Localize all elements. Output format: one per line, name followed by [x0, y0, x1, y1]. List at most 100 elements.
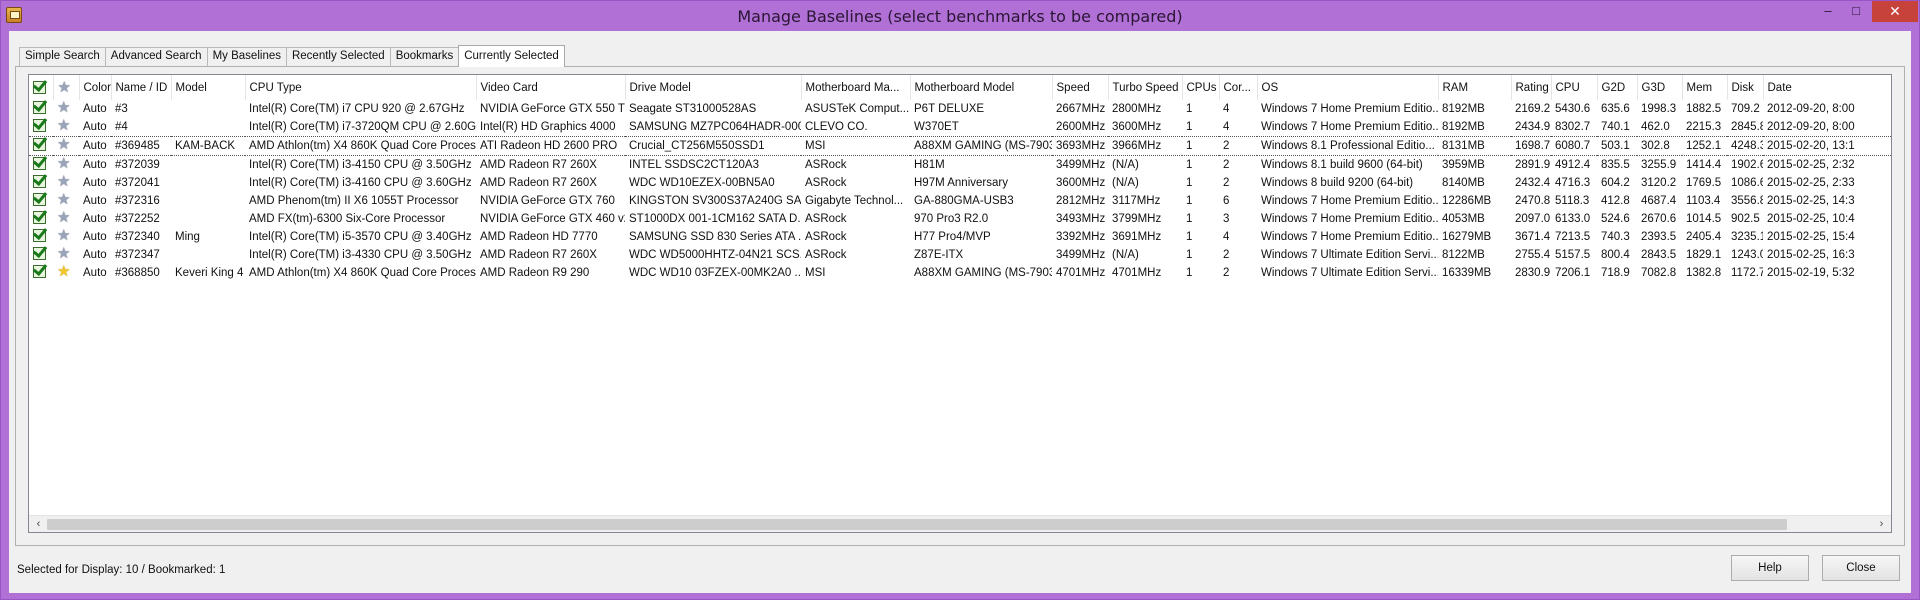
- cell-select[interactable]: [29, 174, 53, 192]
- table-cell[interactable]: Auto: [79, 264, 111, 282]
- column-header-video-card[interactable]: Video Card: [476, 75, 626, 100]
- cell-bookmark[interactable]: ★: [53, 264, 79, 282]
- table-row[interactable]: ★ Auto #372340 Ming Intel(R) Core(TM) i5-357…: [29, 228, 1891, 246]
- cell-select[interactable]: [29, 100, 53, 118]
- minimize-button[interactable]: –: [1814, 1, 1842, 22]
- display-checkbox-icon[interactable]: [33, 138, 47, 151]
- cell-select[interactable]: [29, 264, 53, 282]
- column-header-bookmark[interactable]: ★: [53, 75, 80, 100]
- column-header-mem[interactable]: Mem: [1682, 75, 1728, 100]
- baselines-grid[interactable]: ★ Color Name / ID Model CPU Type Video Card Dr…: [28, 74, 1892, 533]
- table-row[interactable]: ★ Auto #4 Intel(R) Core(TM) i7-3720QM CPU @…: [29, 118, 1891, 137]
- cell-bookmark[interactable]: ★: [53, 156, 79, 175]
- display-checkbox-icon[interactable]: [33, 174, 47, 188]
- column-header-disk[interactable]: Disk: [1727, 75, 1764, 100]
- display-checkbox-icon[interactable]: [33, 246, 47, 260]
- column-header-g3d[interactable]: G3D: [1637, 75, 1683, 100]
- table-row[interactable]: ★ Auto #372041 Intel(R) Core(TM) i3-4160 CP…: [29, 174, 1891, 192]
- cell-select[interactable]: [29, 246, 53, 264]
- column-header-turbo-speed[interactable]: Turbo Speed: [1108, 75, 1183, 100]
- column-header-g2d[interactable]: G2D: [1597, 75, 1638, 100]
- table-cell[interactable]: Auto: [79, 100, 111, 118]
- cell-select[interactable]: [29, 192, 53, 210]
- column-header-cpus[interactable]: CPUs: [1182, 75, 1220, 100]
- bookmark-star-icon[interactable]: ★: [57, 264, 70, 280]
- column-header-select-all[interactable]: [29, 75, 54, 100]
- cell-select[interactable]: [29, 210, 53, 228]
- bookmark-star-icon[interactable]: ★: [57, 210, 70, 226]
- column-header-ram[interactable]: RAM: [1438, 75, 1512, 100]
- tab-recently-selected[interactable]: Recently Selected: [285, 47, 391, 66]
- table-cell[interactable]: Auto: [79, 174, 111, 192]
- table-cell[interactable]: Auto: [79, 136, 111, 156]
- cell-bookmark[interactable]: ★: [53, 246, 79, 264]
- close-button[interactable]: Close: [1822, 555, 1900, 581]
- column-header-date[interactable]: Date: [1763, 75, 1891, 100]
- display-checkbox-icon[interactable]: [33, 156, 47, 170]
- cell-bookmark[interactable]: ★: [53, 210, 79, 228]
- display-checkbox-icon[interactable]: [33, 264, 47, 278]
- close-window-button[interactable]: ✕: [1872, 1, 1918, 22]
- tab-bookmarks[interactable]: Bookmarks: [389, 47, 460, 66]
- cell-select[interactable]: [29, 118, 53, 137]
- display-checkbox-icon[interactable]: [33, 228, 47, 242]
- scrollbar-thumb[interactable]: [47, 519, 1787, 530]
- tab-my-baselines[interactable]: My Baselines: [206, 47, 287, 66]
- cell-bookmark[interactable]: ★: [53, 192, 79, 210]
- cell-bookmark[interactable]: ★: [53, 118, 79, 137]
- table-row[interactable]: ★ Auto #3 Intel(R) Core(TM) i7 CPU 920 @ 2.…: [29, 100, 1891, 118]
- tab-advanced-search[interactable]: Advanced Search: [104, 47, 208, 66]
- column-header-rating[interactable]: Rating: [1511, 75, 1552, 100]
- column-header-os[interactable]: OS: [1257, 75, 1439, 100]
- scroll-left-icon[interactable]: ‹: [30, 517, 47, 532]
- bookmark-star-icon[interactable]: ★: [57, 246, 70, 262]
- tab-currently-selected[interactable]: Currently Selected: [458, 45, 565, 67]
- table-cell[interactable]: Auto: [79, 192, 111, 210]
- table-cell[interactable]: Auto: [79, 118, 111, 137]
- table-row[interactable]: ★ Auto #372316 AMD Phenom(tm) II X6 1055T P…: [29, 192, 1891, 210]
- column-header-name-id[interactable]: Name / ID: [111, 75, 172, 100]
- cell-select[interactable]: [29, 136, 53, 156]
- cell-select[interactable]: [29, 228, 53, 246]
- column-header-drive-model[interactable]: Drive Model: [625, 75, 802, 100]
- bookmark-star-icon[interactable]: ★: [57, 192, 70, 208]
- bookmark-star-icon[interactable]: ★: [57, 228, 70, 244]
- column-header-motherboard-model[interactable]: Motherboard Model: [910, 75, 1053, 100]
- table-row[interactable]: ★ Auto #372347 Intel(R) Core(TM) i3-4330 CP…: [29, 246, 1891, 264]
- help-button[interactable]: Help: [1731, 555, 1809, 581]
- table-row[interactable]: ★ Auto #372252 AMD FX(tm)-6300 Six-Core Pro…: [29, 210, 1891, 228]
- scroll-right-icon[interactable]: ›: [1873, 517, 1890, 532]
- cell-bookmark[interactable]: ★: [53, 174, 79, 192]
- cell-select[interactable]: [29, 156, 53, 175]
- check-icon[interactable]: [33, 80, 47, 94]
- bookmark-star-icon[interactable]: ★: [57, 156, 70, 172]
- cell-bookmark[interactable]: ★: [53, 100, 79, 118]
- bookmark-star-icon[interactable]: ★: [57, 100, 70, 116]
- display-checkbox-icon[interactable]: [33, 192, 47, 206]
- cell-bookmark[interactable]: ★: [53, 228, 79, 246]
- horizontal-scrollbar[interactable]: ‹ ›: [29, 515, 1891, 532]
- column-header-motherboard-ma[interactable]: Motherboard Ma...: [801, 75, 911, 100]
- column-header-cpu-type[interactable]: CPU Type: [245, 75, 477, 100]
- table-row[interactable]: ★ Auto #369485 KAM-BACK AMD Athlon(tm) X4 86…: [29, 136, 1891, 156]
- bookmark-star-icon[interactable]: ★: [57, 138, 70, 153]
- column-header-cor[interactable]: Cor...: [1219, 75, 1258, 100]
- table-row[interactable]: ★ Auto #368850 Keveri King 4 AMD Athlon(tm) …: [29, 264, 1891, 282]
- maximize-button[interactable]: □: [1842, 1, 1870, 22]
- display-checkbox-icon[interactable]: [33, 118, 47, 132]
- bookmark-star-icon[interactable]: ★: [57, 118, 70, 134]
- bookmark-star-icon[interactable]: ★: [57, 174, 70, 190]
- display-checkbox-icon[interactable]: [33, 210, 47, 224]
- title-bar[interactable]: Manage Baselines (select benchmarks to b…: [1, 1, 1919, 31]
- column-header-model[interactable]: Model: [171, 75, 246, 100]
- tab-simple-search[interactable]: Simple Search: [19, 47, 106, 66]
- column-header-cpu[interactable]: CPU: [1551, 75, 1598, 100]
- table-cell[interactable]: Auto: [79, 228, 111, 246]
- cell-bookmark[interactable]: ★: [53, 136, 79, 156]
- column-header-color[interactable]: Color: [79, 75, 112, 100]
- display-checkbox-icon[interactable]: [33, 100, 47, 114]
- star-icon[interactable]: ★: [58, 79, 71, 96]
- table-cell[interactable]: Auto: [79, 210, 111, 228]
- table-cell[interactable]: Auto: [79, 246, 111, 264]
- column-header-speed[interactable]: Speed: [1052, 75, 1109, 100]
